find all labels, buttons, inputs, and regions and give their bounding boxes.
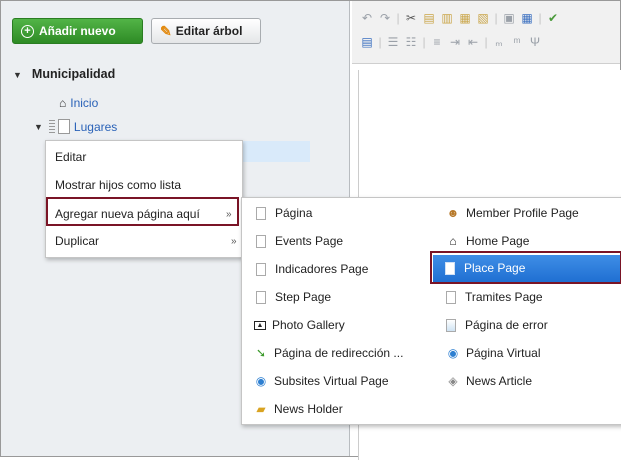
submenu-item-label: News Article: [466, 374, 533, 388]
find-icon[interactable]: ▣: [502, 11, 516, 25]
menu-item-label: Mostrar hijos como lista: [55, 178, 182, 192]
menu-item-label: Editar: [55, 150, 87, 164]
plus-icon: +: [21, 24, 34, 38]
submenu-item-label: Home Page: [466, 234, 530, 248]
edit-tree-label: Editar árbol: [175, 24, 243, 38]
submenu-item-label: Tramites Page: [465, 290, 543, 304]
submenu-item-label: Página: [275, 206, 313, 220]
divider: |: [396, 11, 400, 25]
page-icon: [57, 119, 70, 134]
tree-item-label: Lugares: [73, 119, 118, 134]
tree-root[interactable]: ▼ Municipalidad: [13, 67, 115, 81]
submenu-item-label: Página de redirección ...: [274, 346, 404, 360]
submenu-item-pagina-redireccion[interactable]: ➘ Página de redirección ...: [254, 343, 403, 363]
submenu-item-indicadores-page[interactable]: Indicadores Page: [256, 259, 368, 279]
edit-source-icon[interactable]: ▤: [360, 35, 374, 49]
virtual-page-icon: ◉: [447, 346, 459, 360]
divider: |: [538, 11, 542, 25]
paste-text-icon[interactable]: ▦: [458, 11, 472, 25]
cut-icon[interactable]: ✂: [404, 11, 418, 25]
divider: |: [422, 35, 426, 49]
undo-icon[interactable]: ↶: [360, 11, 374, 25]
edit-tree-button[interactable]: ✎ Editar árbol: [151, 18, 261, 44]
submenu-item-label: News Holder: [274, 402, 343, 416]
page-icon: [446, 290, 456, 304]
home-icon: ⌂: [449, 234, 457, 248]
annotation-highlight-box: [430, 251, 621, 284]
submenu-item-news-holder[interactable]: ▰ News Holder: [254, 399, 343, 419]
special-char-icon[interactable]: Ψ: [528, 35, 542, 49]
copy-icon[interactable]: ▤: [422, 11, 436, 25]
indent-icon[interactable]: ⇥: [448, 35, 462, 49]
menu-item-editar[interactable]: Editar: [55, 147, 86, 167]
add-new-button[interactable]: + Añadir nuevo: [12, 18, 143, 44]
page-icon: [256, 234, 266, 248]
submenu-item-member-profile-page[interactable]: ☻ Member Profile Page: [446, 203, 579, 223]
home-icon: ⌂: [59, 96, 67, 110]
divider: |: [494, 11, 498, 25]
editor-toolbar: ↶ ↷ | ✂ ▤ ▥ ▦ ▧ | ▣ ▦ | ✔ ▤ | ☰ ☷ | ≡ ⇥ …: [352, 1, 620, 64]
submenu-item-news-article[interactable]: ◈ News Article: [446, 371, 532, 391]
page-icon: [256, 206, 266, 220]
submenu-item-events-page[interactable]: Events Page: [256, 231, 343, 251]
pencil-icon: ✎: [160, 22, 172, 39]
redirect-icon: ➘: [255, 346, 267, 360]
tree-item-inicio[interactable]: ⌂ Inicio: [59, 96, 98, 110]
tree-item-lugares[interactable]: ▼ Lugares: [34, 119, 117, 134]
submenu-item-label: Photo Gallery: [272, 318, 345, 332]
toolbar-row-2: ▤ | ☰ ☷ | ≡ ⇥ ⇤ | ₘ ᵐ Ψ: [360, 35, 542, 49]
submenu-item-label: Step Page: [275, 290, 332, 304]
folder-icon: ▰: [256, 402, 266, 416]
annotation-highlight-box: [46, 197, 239, 226]
submenu-arrow-icon: »: [231, 235, 237, 247]
collapse-icon[interactable]: ▼: [34, 122, 43, 132]
error-page-icon: [446, 318, 456, 332]
submenu-item-pagina[interactable]: Página: [256, 203, 312, 223]
submenu-item-label: Página Virtual: [466, 346, 541, 360]
add-new-label: Añadir nuevo: [39, 24, 116, 38]
page-icon: [256, 262, 266, 276]
superscript-icon[interactable]: ᵐ: [510, 35, 524, 49]
submenu-item-pagina-error[interactable]: Página de error: [446, 315, 548, 335]
submenu-item-home-page[interactable]: ⌂ Home Page: [446, 231, 529, 251]
submenu-item-label: Página de error: [465, 318, 548, 332]
submenu-item-tramites-page[interactable]: Tramites Page: [446, 287, 543, 307]
submenu-item-label: Subsites Virtual Page: [274, 374, 389, 388]
submenu-item-label: Indicadores Page: [275, 262, 369, 276]
spellcheck-icon[interactable]: ✔: [546, 11, 560, 25]
collapse-icon[interactable]: ▼: [13, 70, 22, 80]
toolbar-row-1: ↶ ↷ | ✂ ▤ ▥ ▦ ▧ | ▣ ▦ | ✔: [360, 11, 560, 25]
tag-icon: ◈: [448, 374, 458, 388]
paste-word-icon[interactable]: ▧: [476, 11, 490, 25]
submenu-item-subsites-virtual-page[interactable]: ◉ Subsites Virtual Page: [254, 371, 389, 391]
tree-selection-highlight: [240, 141, 310, 162]
member-icon: ☻: [446, 206, 460, 220]
subscript-icon[interactable]: ₘ: [492, 35, 506, 49]
page-type-submenu: Página Events Page Indicadores Page Step…: [241, 197, 621, 425]
submenu-item-label: Member Profile Page: [466, 206, 579, 220]
menu-item-duplicar[interactable]: Duplicar »: [55, 231, 242, 251]
virtual-page-icon: ◉: [255, 374, 267, 388]
paste-icon[interactable]: ▥: [440, 11, 454, 25]
redo-icon[interactable]: ↷: [378, 11, 392, 25]
photo-icon: ▲: [254, 320, 266, 330]
submenu-item-photo-gallery[interactable]: ▲ Photo Gallery: [254, 315, 345, 335]
menu-item-mostrar-hijos[interactable]: Mostrar hijos como lista: [55, 175, 181, 195]
tree-root-label: Municipalidad: [31, 67, 116, 81]
tree-item-label: Inicio: [70, 96, 99, 110]
align-center-icon[interactable]: ☷: [404, 35, 418, 49]
table-icon[interactable]: ▦: [520, 11, 534, 25]
list-icon[interactable]: ≡: [430, 35, 444, 49]
submenu-item-step-page[interactable]: Step Page: [256, 287, 331, 307]
submenu-item-label: Events Page: [275, 234, 344, 248]
divider: |: [378, 35, 382, 49]
outdent-icon[interactable]: ⇤: [466, 35, 480, 49]
page-icon: [256, 290, 266, 304]
drag-handle-icon[interactable]: [48, 119, 55, 134]
menu-item-label: Duplicar: [55, 234, 100, 248]
divider: |: [484, 35, 488, 49]
submenu-item-pagina-virtual[interactable]: ◉ Página Virtual: [446, 343, 541, 363]
align-left-icon[interactable]: ☰: [386, 35, 400, 49]
